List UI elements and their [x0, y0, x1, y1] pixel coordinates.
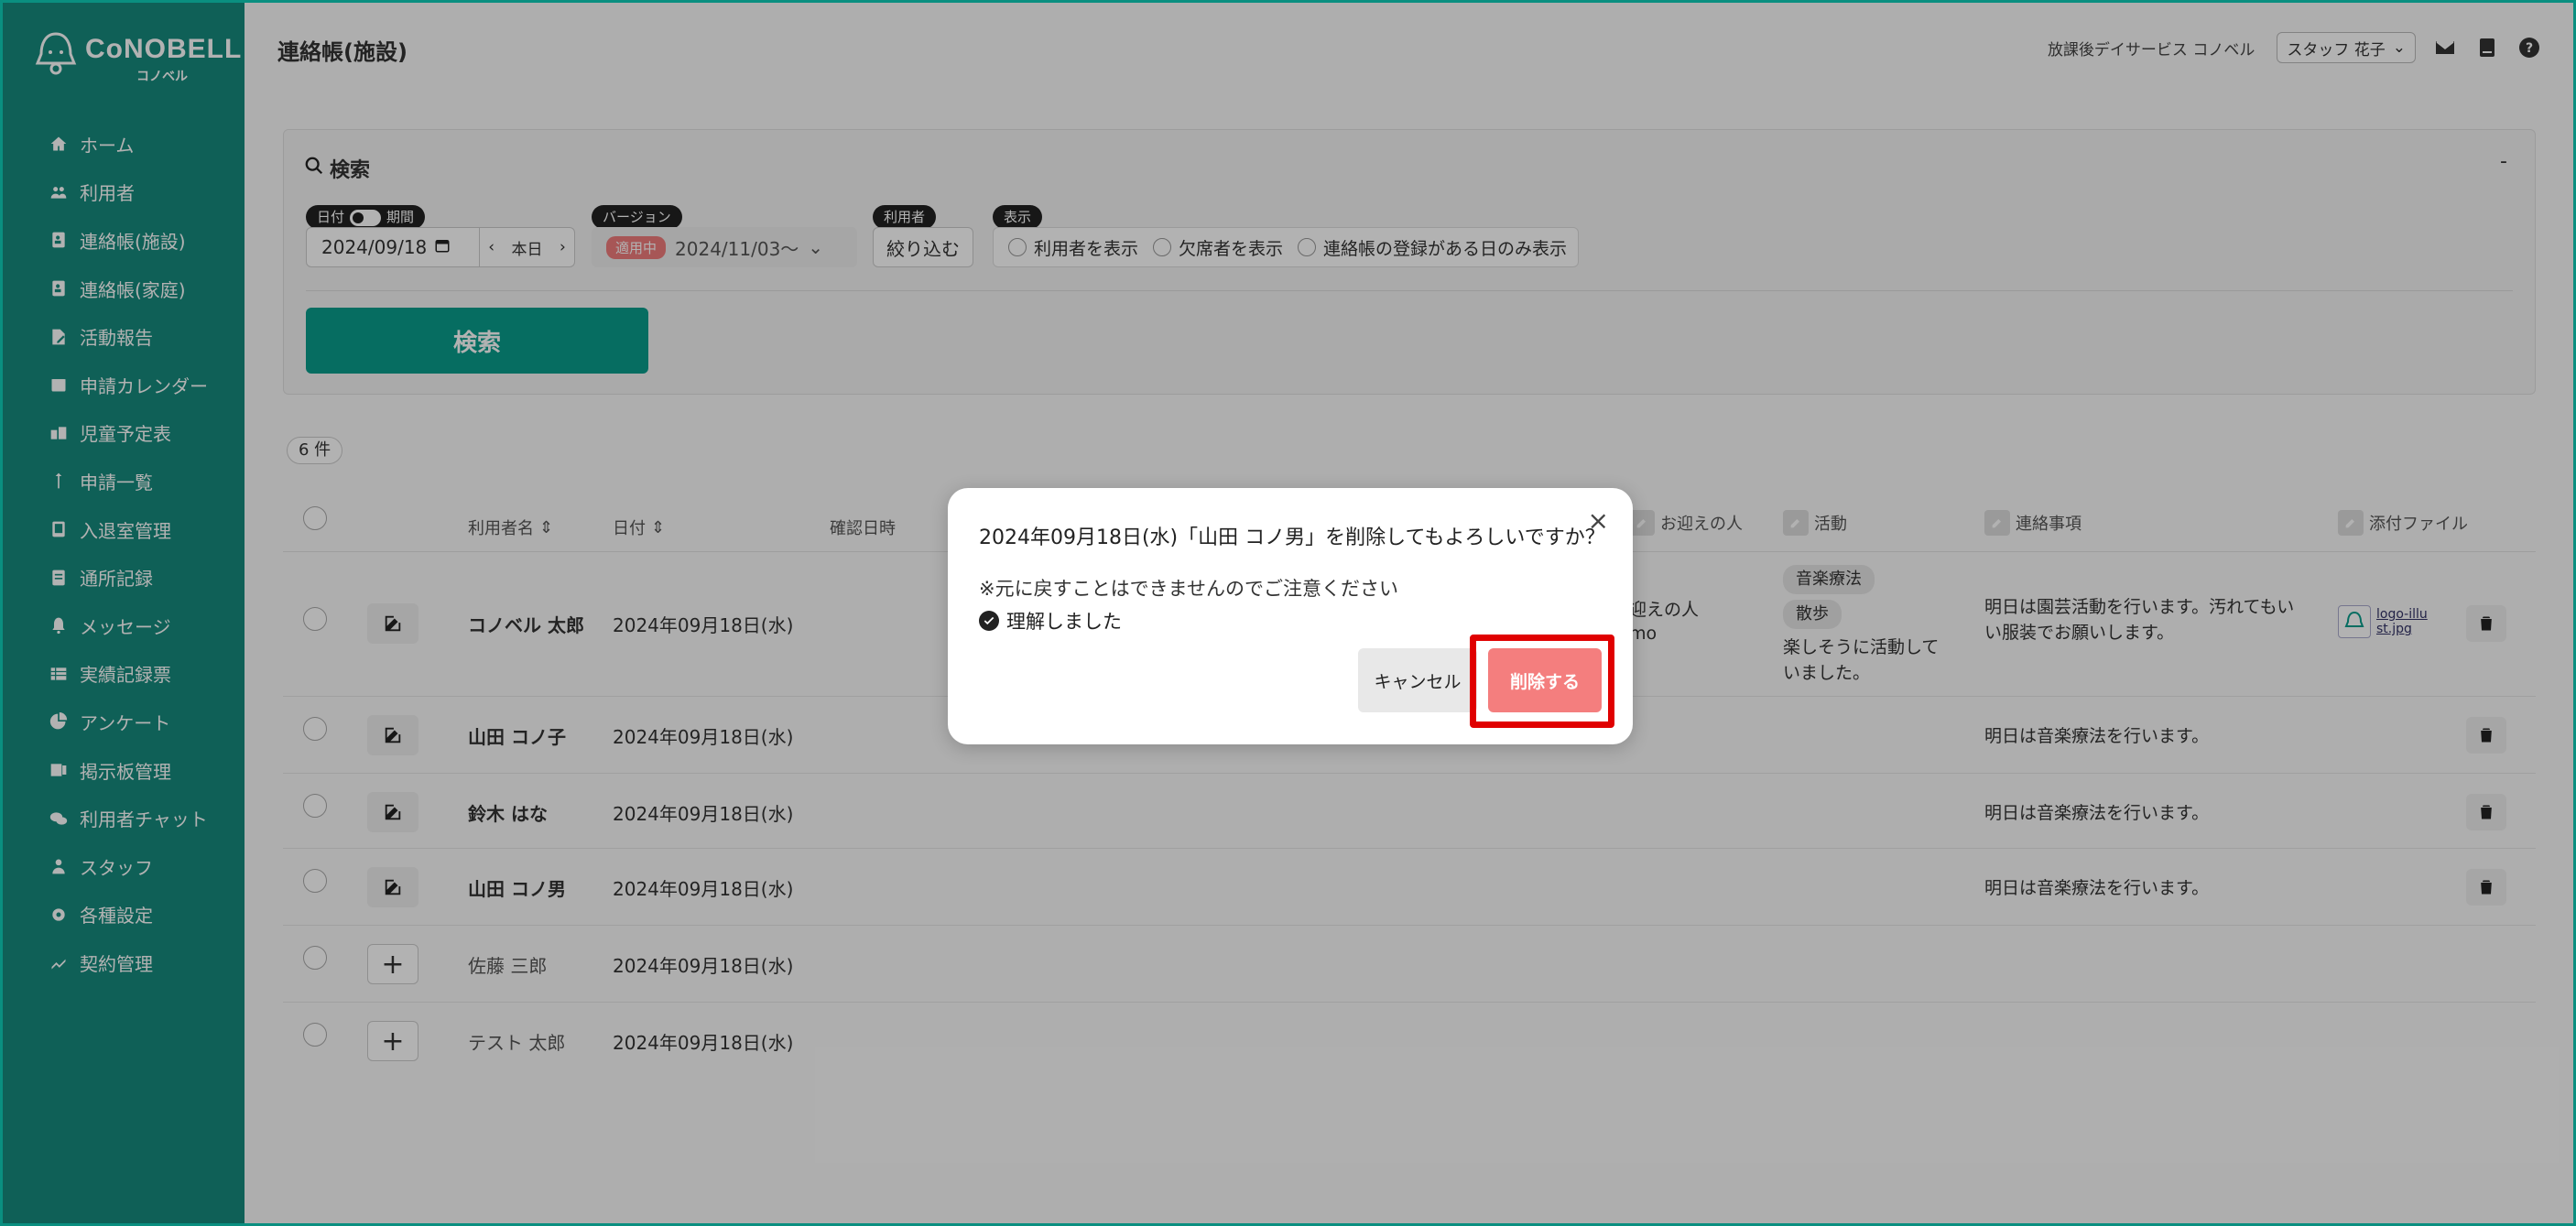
app-window: CoNOBELL コノベル ホーム 利用者 連絡帳(施設) 連絡帳(家庭) 活動報告 申請… [0, 0, 2576, 1226]
understood-checkbox[interactable]: 理解しました [979, 607, 1122, 635]
dialog-title: 2024年09月18日(水)「山田 コノ男」を削除してもよろしいですか？ [979, 526, 1605, 549]
dialog-warning: ※元に戻すことはできませんのでご注意ください [979, 578, 1398, 600]
check-icon [979, 611, 999, 631]
cancel-button[interactable]: キャンセル [1358, 648, 1477, 712]
highlight-annotation [1470, 635, 1614, 728]
close-icon[interactable]: × [1588, 508, 1609, 534]
